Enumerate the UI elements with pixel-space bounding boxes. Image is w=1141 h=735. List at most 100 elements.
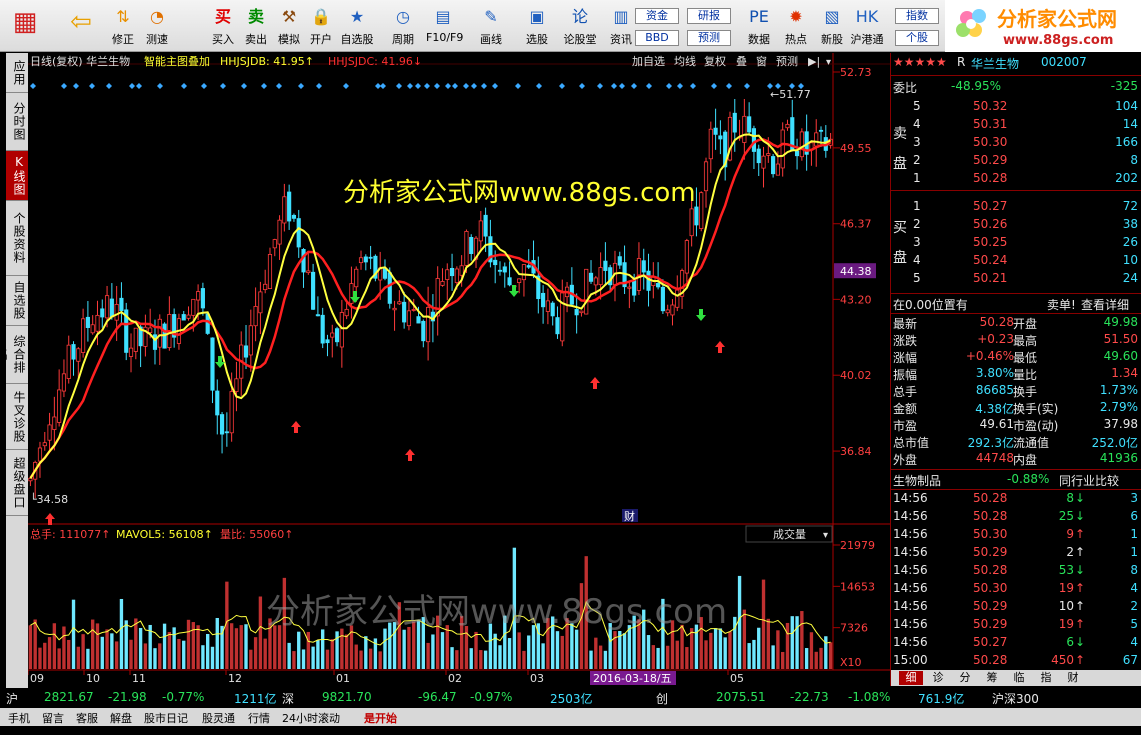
toolbar-box-0[interactable]: 资金 xyxy=(635,8,679,24)
volume-bar xyxy=(239,625,243,669)
toolbar-button-news[interactable]: ▥ 资讯 xyxy=(604,3,638,51)
candle-body xyxy=(493,259,498,266)
candle-body xyxy=(392,307,397,311)
toolbar-button-hot[interactable]: ✹ 热点 xyxy=(779,3,813,51)
toolbar-box-1[interactable]: BBD xyxy=(635,30,679,46)
side-tab-6[interactable]: 牛叉诊股 xyxy=(6,384,28,450)
bid-level: 5 xyxy=(913,271,921,285)
down-arrow-icon: ↓ xyxy=(1075,491,1086,505)
panel-tab-5[interactable]: 指 xyxy=(1034,671,1058,685)
chart-button-0[interactable]: 加自选 xyxy=(632,55,665,68)
toolbar-button-star[interactable]: ★ 自选股 xyxy=(340,3,374,51)
toolbar-button-pen[interactable]: ✎ 画线 xyxy=(474,3,508,51)
volume-bar xyxy=(359,650,363,669)
candle-body xyxy=(344,308,349,317)
volume-bar xyxy=(172,627,176,669)
bottom-menu-item-7[interactable]: 24小时滚动 xyxy=(282,710,340,726)
side-tab-3[interactable]: 个股资料 xyxy=(6,201,28,276)
candle-body xyxy=(406,310,412,327)
chart-button-2[interactable]: 复权 xyxy=(704,54,726,68)
volume-bar xyxy=(297,631,301,669)
index-cell-1: 2821.67 xyxy=(44,690,94,704)
volume-bar xyxy=(38,647,42,669)
candle-body xyxy=(483,214,488,237)
ask-row: 4 50.31 14 xyxy=(891,117,1141,135)
detail-link[interactable]: 查看详细 xyxy=(1081,296,1129,313)
industry-name: 生物制品 xyxy=(893,474,942,488)
side-tab-4[interactable]: 自选股 xyxy=(6,276,28,326)
toolbar-box-4[interactable]: 指数 xyxy=(895,8,939,24)
toolbar-button-sell[interactable]: 卖卖出 xyxy=(239,3,273,51)
bottom-menu-item-8[interactable]: 是开始 xyxy=(364,710,397,726)
bid-volume: 24 xyxy=(1122,271,1138,285)
candle-body xyxy=(785,123,790,129)
stock-code: 002007 xyxy=(1041,55,1087,69)
menu-dropdown-icon[interactable]: ▾ xyxy=(826,57,831,68)
toolbar-button-screener[interactable]: ▣ 选股 xyxy=(520,3,554,51)
month-label: 03 xyxy=(530,672,544,685)
bottom-menu-item-2[interactable]: 客服 xyxy=(76,710,98,726)
side-tab-7[interactable]: 超级盘口 xyxy=(6,450,28,516)
panel-tab-3[interactable]: 筹 xyxy=(980,671,1004,685)
toolbar-button-document[interactable]: ▤ F10/F9 xyxy=(426,3,463,51)
volume-tick-label: 21979 xyxy=(840,539,875,552)
bottom-menu-item-5[interactable]: 股灵通 xyxy=(202,710,235,726)
bid-price: 50.26 xyxy=(973,217,1008,231)
tick-time: 15:00 xyxy=(893,653,928,667)
volume-bar xyxy=(450,647,454,669)
toolbar-button-pe[interactable]: PE 数据 xyxy=(742,3,776,51)
toolbar-button-gauge[interactable]: ◔ 测速 xyxy=(140,3,174,51)
volume-bar xyxy=(47,637,52,669)
chart-button-1[interactable]: 均线 xyxy=(674,54,696,68)
chart-button-5[interactable]: 预测 xyxy=(776,55,798,68)
volume-bar xyxy=(354,644,358,669)
chart-button-4[interactable]: 窗 xyxy=(756,54,767,68)
toolbar-box-2[interactable]: 研报 xyxy=(687,8,731,24)
weibi-value: -48.95% xyxy=(951,79,1002,93)
toolbar-button-buy[interactable]: 买买入 xyxy=(206,3,240,51)
toolbar-label: 买入 xyxy=(212,33,234,46)
bottom-menu-item-0[interactable]: 手机 xyxy=(8,710,30,726)
hk-connect-icon: HK xyxy=(855,7,879,26)
quote-panel: ★★★★★ R 华兰生物 002007 委比 -48.95% -325 卖 盘 5 50.32 10… xyxy=(890,53,1141,686)
toolbar-box-5[interactable]: 个股 xyxy=(895,30,939,46)
toolbar-button-clock[interactable]: ◷ 周期 xyxy=(386,3,420,51)
side-tab-5[interactable]: 综合排名 xyxy=(0,326,28,384)
side-tab-2[interactable]: K线图 xyxy=(6,151,28,201)
flower-logo-icon xyxy=(956,9,986,37)
panel-tab-1[interactable]: 诊 xyxy=(926,671,950,685)
volume-bar xyxy=(340,628,344,669)
toolbar-button-hk-connect[interactable]: HK 沪港通 xyxy=(850,3,884,51)
panel-tab-4[interactable]: 临 xyxy=(1007,671,1031,685)
tick-time: 14:56 xyxy=(893,563,928,577)
bottom-menu-item-4[interactable]: 股市日记 xyxy=(144,710,188,726)
panel-tab-6[interactable]: 财 xyxy=(1061,671,1085,685)
toolbar-button-grid[interactable]: ▦ xyxy=(8,3,42,51)
up-arrow-icon: ↑ xyxy=(1075,653,1086,667)
panel-tab-2[interactable]: 分 xyxy=(953,671,977,685)
candle-body xyxy=(517,278,522,283)
toolbar-button-new-stock[interactable]: ▧ 新股 xyxy=(815,3,849,51)
toolbar-button-lock[interactable]: 🔒 开户 xyxy=(304,3,338,51)
toolbar-button-back-arrow[interactable]: ⇦ xyxy=(64,3,98,51)
volume-bar xyxy=(689,628,694,669)
bottom-menu-item-1[interactable]: 留言 xyxy=(42,710,64,726)
volume-bar xyxy=(76,646,80,669)
side-tab-0[interactable]: 应用 xyxy=(6,53,28,93)
k-line-chart[interactable]: 日线(复权) 华兰生物 智能主图叠加 HHJSJDB: 41.95↑ HHJSJDC:… xyxy=(28,53,893,686)
chart-button-3[interactable]: 叠 xyxy=(736,55,747,68)
price-tick-label: 46.37 xyxy=(840,218,872,231)
side-tab-1[interactable]: 分时图 xyxy=(6,93,28,151)
industry-compare-link[interactable]: 同行业比较 xyxy=(1059,472,1119,489)
toolbar-button-hammer[interactable]: ⚒ 模拟 xyxy=(272,3,306,51)
bottom-menu-item-3[interactable]: 解盘 xyxy=(110,710,132,726)
toolbar-box-3[interactable]: 预测 xyxy=(687,30,731,46)
bottom-menu-item-6[interactable]: 行情 xyxy=(248,710,270,726)
volume-bar xyxy=(713,628,718,669)
toolbar-button-forum[interactable]: 论论股堂 xyxy=(563,3,597,51)
panel-tab-0[interactable]: 细 xyxy=(899,671,923,685)
ask-row: 5 50.32 104 xyxy=(891,99,1141,117)
candle-body xyxy=(497,269,503,272)
toolbar-button-up-down-arrows[interactable]: ⇅ 修正 xyxy=(106,3,140,51)
panel-toggle-icon[interactable]: ▶| xyxy=(808,55,820,68)
